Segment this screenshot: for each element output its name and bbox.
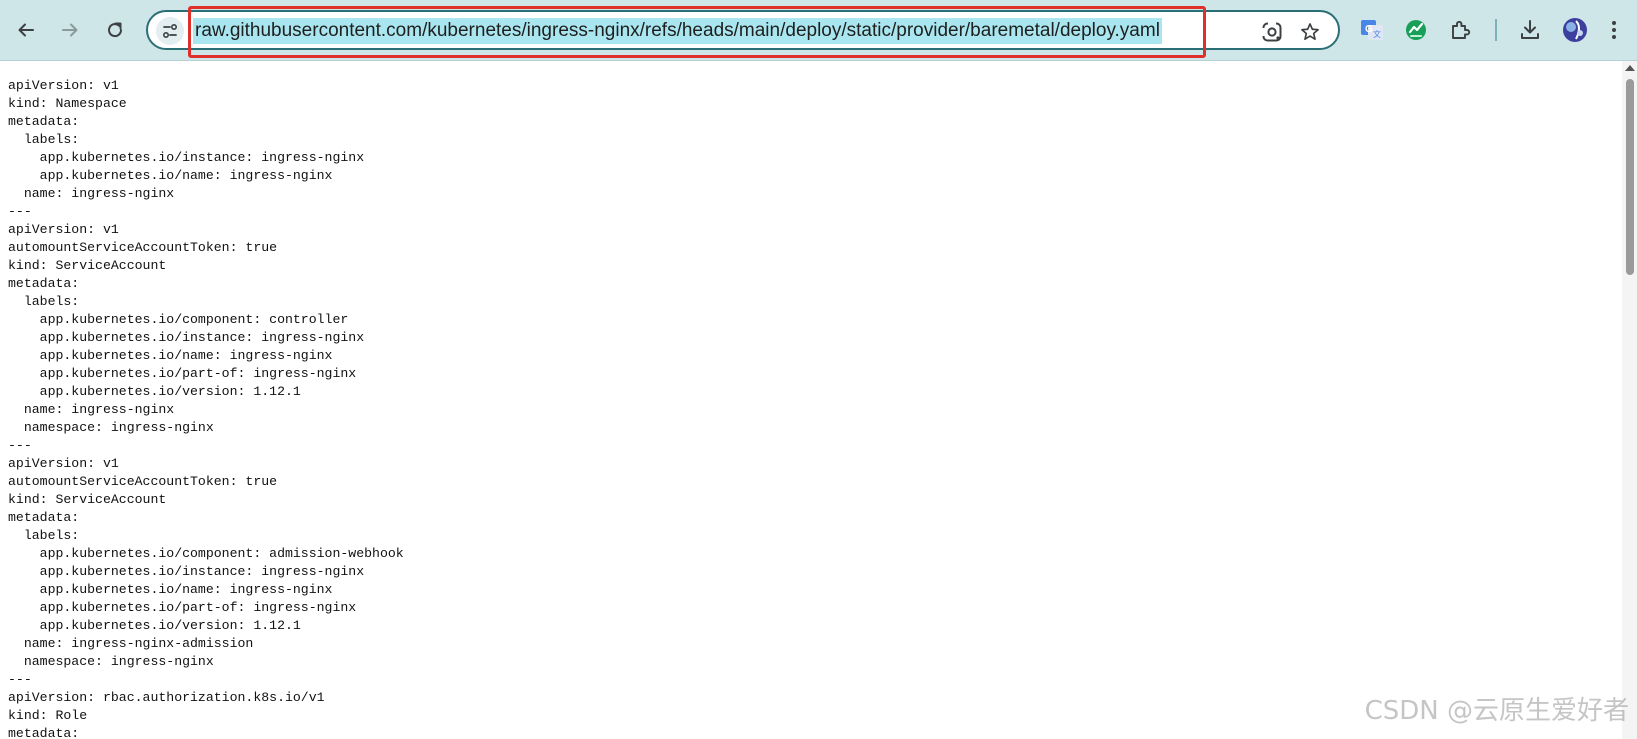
kebab-menu-icon — [1612, 21, 1616, 39]
profile-button[interactable] — [1561, 16, 1589, 44]
green-extension-icon — [1406, 20, 1426, 40]
back-arrow-icon — [18, 23, 34, 37]
page-content: apiVersion: v1 kind: Namespace metadata:… — [0, 61, 1622, 739]
csdn-watermark: CSDN @云原生爱好者 — [1364, 696, 1629, 726]
google-translate-icon: G 文 — [1361, 20, 1383, 40]
reload-icon — [108, 22, 123, 38]
downloads-button[interactable] — [1516, 16, 1544, 44]
vertical-scrollbar[interactable] — [1622, 61, 1637, 739]
svg-text:文: 文 — [1373, 29, 1381, 39]
site-info-icon — [162, 23, 178, 39]
svg-text:G: G — [1365, 24, 1373, 35]
google-lens-button[interactable] — [1260, 20, 1284, 44]
star-icon — [1301, 23, 1319, 40]
forward-arrow-icon — [62, 23, 78, 37]
toolbar-divider — [1495, 19, 1497, 41]
url-text[interactable]: raw.githubusercontent.com/kubernetes/ing… — [193, 18, 1162, 44]
profile-avatar — [1563, 18, 1587, 42]
google-translate-extension[interactable]: G 文 — [1358, 16, 1386, 44]
yaml-document: apiVersion: v1 kind: Namespace metadata:… — [8, 78, 404, 739]
google-lens-icon — [1262, 22, 1282, 42]
back-button[interactable] — [8, 12, 44, 48]
download-icon — [1521, 20, 1539, 39]
browser-menu-button[interactable] — [1600, 16, 1628, 44]
address-bar[interactable]: raw.githubusercontent.com/kubernetes/ing… — [146, 10, 1340, 50]
green-extension-button[interactable] — [1402, 16, 1430, 44]
site-info-button[interactable] — [156, 17, 184, 45]
forward-button[interactable] — [52, 12, 88, 48]
reload-button[interactable] — [97, 12, 133, 48]
scroll-thumb[interactable] — [1626, 79, 1634, 275]
puzzle-icon — [1452, 20, 1471, 39]
scroll-up-arrow-icon[interactable] — [1625, 65, 1635, 71]
bookmark-button[interactable] — [1298, 20, 1322, 44]
extensions-button[interactable] — [1447, 16, 1475, 44]
browser-toolbar: raw.githubusercontent.com/kubernetes/ing… — [0, 0, 1637, 61]
